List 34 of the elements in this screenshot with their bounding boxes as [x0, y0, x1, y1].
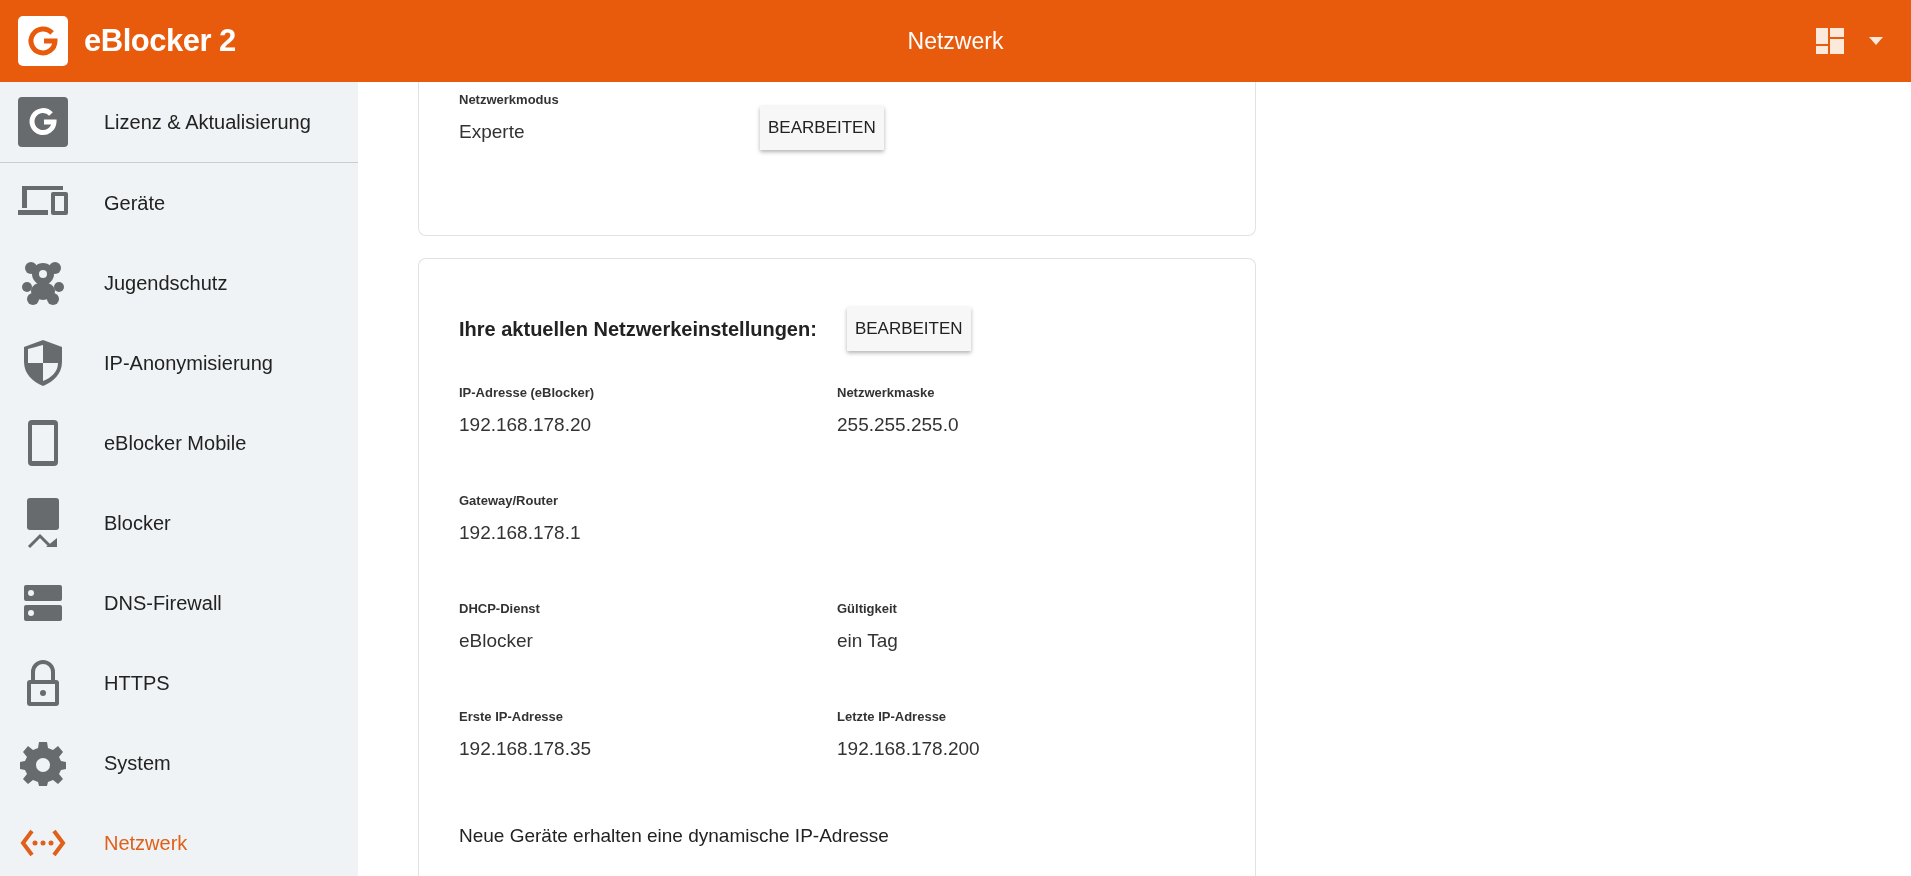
- field-label: Netzwerkmodus: [459, 92, 560, 107]
- sidebar-item[interactable]: Blocker: [0, 483, 358, 563]
- edit-button[interactable]: BEARBEITEN: [846, 307, 971, 351]
- sidebar-item[interactable]: System: [0, 723, 358, 803]
- sidebar-item[interactable]: Lizenz & Aktualisierung: [0, 82, 358, 163]
- field-label: Gültigkeit: [837, 601, 898, 616]
- brand-name: eBlocker 2: [84, 23, 236, 59]
- sidebar-item[interactable]: DNS-Firewall: [0, 563, 358, 643]
- dashboard-icon[interactable]: [1815, 26, 1845, 56]
- edit-button[interactable]: BEARBEITEN: [760, 106, 884, 150]
- field-label: Gateway/Router: [459, 493, 559, 508]
- page-title: Netzwerk: [907, 27, 1004, 55]
- caret-icon[interactable]: [1869, 37, 1883, 45]
- field-label: DHCP-Dienst: [459, 601, 541, 616]
- field-value: 192.168.178.35: [459, 738, 593, 760]
- field-value: 192.168.178.200: [837, 738, 981, 760]
- field-value: 192.168.178.20: [459, 414, 593, 436]
- sidebar-item[interactable]: Jugendschutz: [0, 243, 358, 323]
- field-value: 192.168.178.1: [459, 522, 582, 544]
- field-label: Netzwerkmaske: [837, 385, 936, 400]
- field-value: eBlocker: [459, 630, 534, 652]
- sidebar-item[interactable]: Geräte: [0, 163, 358, 243]
- field-value: Experte: [459, 121, 526, 143]
- field-label: IP-Adresse (eBlocker): [459, 385, 596, 400]
- sidebar-item[interactable]: eBlocker Mobile: [0, 403, 358, 483]
- field-value: 255.255.255.0: [837, 414, 960, 436]
- info-text: Neue Geräte erhalten eine dynamische IP-Adresse: [459, 825, 890, 847]
- field-value: ein Tag: [837, 630, 899, 652]
- sidebar-item[interactable]: HTTPS: [0, 643, 358, 723]
- logo-icon: [18, 16, 68, 66]
- section-heading: Ihre aktuellen Netzwerkeinstellungen:: [459, 317, 817, 341]
- field-label: Erste IP-Adresse: [459, 709, 565, 724]
- sidebar-item[interactable]: IP-Anonymisierung: [0, 323, 358, 403]
- field-label: Letzte IP-Adresse: [837, 709, 948, 724]
